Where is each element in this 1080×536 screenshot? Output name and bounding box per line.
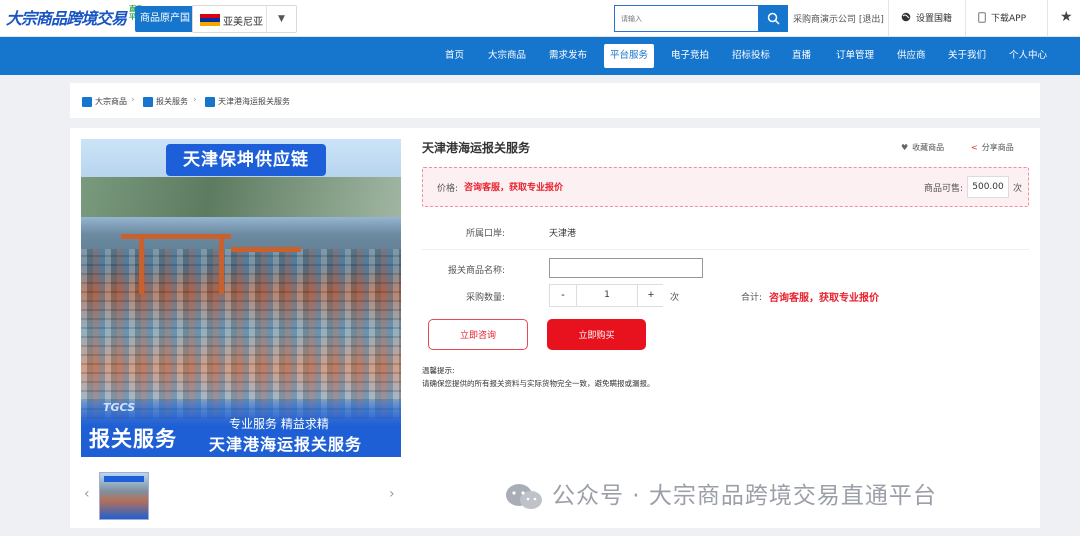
supply-label: 商品可售: (924, 184, 964, 194)
quantity-label: 采购数量: (465, 293, 505, 303)
nav-item-auction[interactable]: 电子竞拍 (665, 44, 715, 68)
armenia-flag-icon (200, 14, 220, 26)
price-label: 价格: (437, 184, 459, 194)
share-link[interactable]: < 分享商品 (971, 142, 1014, 153)
price-box: 价格: 咨询客服，获取专业报价 商品可售: 500.00 次 (422, 167, 1029, 207)
image-crane (121, 234, 231, 239)
declare-name-label: 报关商品名称: (447, 266, 505, 276)
country-select[interactable]: 亚美尼亚 ▼ (192, 5, 297, 33)
nav-item-platform-services[interactable]: 平台服务 (604, 44, 655, 68)
total-label: 合计: (741, 293, 763, 303)
quantity-minus-button[interactable]: - (550, 285, 576, 306)
breadcrumb-item[interactable]: 天津港海运报关服务 (205, 96, 290, 107)
checkbox-icon (205, 96, 215, 107)
total-value: 咨询客服，获取专业报价 (769, 293, 879, 304)
image-background (81, 177, 401, 217)
product-main-image[interactable]: 天津保坤供应链 TGCS 报关服务 专业服务 精益求精 天津港海运报关服务 (81, 139, 401, 457)
search-button[interactable] (759, 5, 788, 32)
thumbnail-title-strip (104, 476, 144, 482)
breadcrumb-item[interactable]: 大宗商品 (82, 96, 127, 107)
chevron-right-icon[interactable]: › (389, 486, 395, 502)
nav-item-tender[interactable]: 招标投标 (726, 44, 776, 68)
divider (965, 0, 966, 37)
favorite-link[interactable]: ♥ 收藏商品 (901, 142, 944, 153)
star-icon[interactable]: ★ (1060, 9, 1073, 25)
consult-button[interactable]: 立即咨询 (428, 319, 528, 350)
nav-item-suppliers[interactable]: 供应商 (891, 44, 932, 68)
declare-name-input[interactable] (549, 258, 703, 278)
nav-item-home[interactable]: 首页 (439, 44, 470, 68)
chevron-down-icon[interactable]: ▼ (266, 6, 296, 32)
quantity-stepper: - 1 + (549, 284, 664, 307)
checkbox-icon (82, 96, 92, 107)
nav-item-commodities[interactable]: 大宗商品 (482, 44, 532, 68)
nav-item-profile[interactable]: 个人中心 (1003, 44, 1053, 68)
buy-now-button[interactable]: 立即购买 (547, 319, 646, 350)
image-crane (139, 234, 144, 294)
search-input[interactable] (614, 5, 759, 32)
banner-service-left: 报关服务 (89, 427, 177, 451)
banner-service-sub: 专业服务 精益求精 (229, 417, 329, 431)
product-thumbnail[interactable] (99, 472, 149, 520)
top-bar: 大宗商品跨境交易直通平台 商品原产国 亚美尼亚 ▼ 采购商演示公司 [退出] 设… (0, 0, 1080, 37)
share-icon: < (971, 143, 978, 152)
chevron-right-icon: › (131, 95, 135, 105)
nav-item-orders[interactable]: 订单管理 (830, 44, 880, 68)
set-country-link[interactable]: 设置国籍 (901, 11, 952, 25)
nav-item-demand[interactable]: 需求发布 (543, 44, 593, 68)
port-label: 所属口岸: (465, 229, 505, 239)
tip-body: 请确保您提供的所有报关资料与实际货物完全一致，避免瞒报或漏报。 (422, 379, 655, 388)
image-containers-rows (81, 249, 401, 419)
banner-title: 天津保坤供应链 (166, 144, 326, 176)
chevron-right-icon: › (193, 95, 197, 105)
breadcrumb-item[interactable]: 报关服务 (143, 96, 188, 107)
watermark: 公众号 · 大宗商品跨境交易直通平台 (504, 476, 937, 512)
divider (422, 249, 1029, 250)
globe-icon (901, 12, 911, 25)
quantity-plus-button[interactable]: + (638, 285, 664, 306)
port-value: 天津港 (549, 229, 577, 239)
image-crane (219, 234, 224, 294)
search-icon (767, 12, 780, 25)
phone-icon (978, 11, 986, 26)
site-logo[interactable]: 大宗商品跨境交易直通平台 (6, 5, 142, 29)
price-value: 咨询客服，获取专业报价 (464, 183, 564, 193)
divider (888, 0, 889, 37)
product-title: 天津港海运报关服务 (422, 141, 531, 155)
company-logo: TGCS (103, 401, 136, 414)
tip-title: 温馨提示: (422, 366, 455, 375)
company-logout-link[interactable]: 采购商演示公司 [退出] (793, 12, 884, 25)
main-nav: 首页 大宗商品 需求发布 平台服务 电子竞拍 招标投标 直播 订单管理 供应商 … (0, 37, 1080, 75)
nav-item-about[interactable]: 关于我们 (942, 44, 992, 68)
banner-service-big: 天津港海运报关服务 (209, 435, 363, 454)
wechat-icon (504, 482, 544, 512)
origin-country-button[interactable]: 商品原产国 (135, 6, 195, 32)
download-app-link[interactable]: 下载APP (978, 11, 1026, 26)
checkbox-icon (143, 96, 153, 107)
heart-icon: ♥ (901, 143, 909, 152)
supply-unit: 次 (1013, 184, 1023, 194)
image-crane (231, 247, 301, 252)
supply-value: 500.00 (967, 176, 1009, 198)
quantity-unit: 次 (670, 293, 680, 303)
divider (1047, 0, 1048, 37)
country-label: 亚美尼亚 (223, 17, 263, 28)
quantity-value[interactable]: 1 (576, 285, 638, 306)
chevron-left-icon[interactable]: ‹ (84, 486, 90, 502)
nav-item-live[interactable]: 直播 (786, 44, 817, 68)
